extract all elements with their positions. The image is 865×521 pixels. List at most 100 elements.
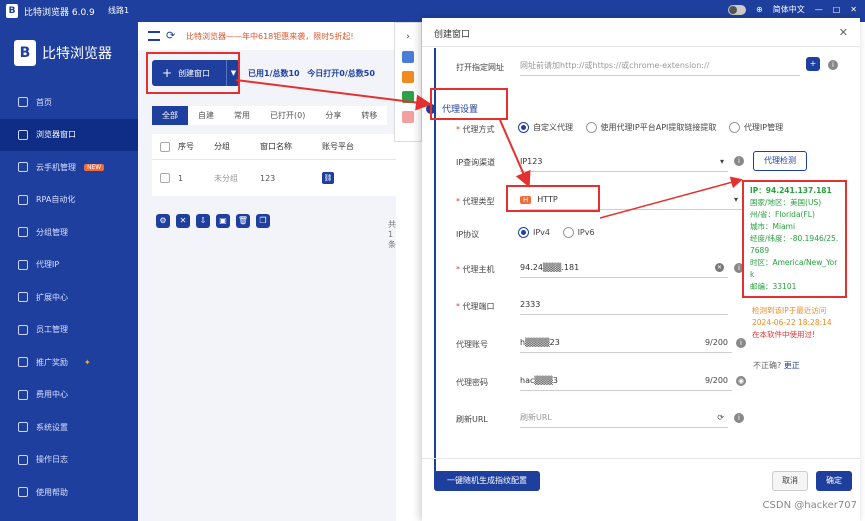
sidebar-item-label: RPA自动化 [36, 195, 76, 205]
proxy-mode-api[interactable]: 使用代理IP平台API提取链接提取 [585, 122, 716, 133]
sidebar-item-label: 扩展中心 [36, 292, 68, 302]
sidebar-item-browser-windows[interactable]: 浏览器窗口 [0, 118, 138, 151]
menu-collapse-icon[interactable] [148, 31, 160, 41]
export-action-icon[interactable]: ⇩ [196, 214, 210, 228]
host-input[interactable]: 94.24▒▒▒.181 ✕ [520, 258, 728, 278]
home-icon [18, 97, 28, 108]
refresh-url-input[interactable]: 刷新URL ⟳ [520, 408, 728, 428]
app-title: 比特浏览器 6.0.9 [24, 8, 95, 18]
row-index: 1 [178, 173, 184, 183]
tab-all[interactable]: 全部 [152, 106, 188, 125]
theme-toggle[interactable] [728, 4, 747, 15]
result-city: 城市：Miami [750, 222, 796, 231]
account-input[interactable]: h▒▒▒▒23 9/200 [520, 333, 732, 353]
port-input[interactable]: 2333 [520, 295, 728, 315]
sidebar-item-staff[interactable]: 员工管理 [0, 314, 138, 347]
result-ip: IP：94.241.137.181 [750, 186, 832, 195]
chat-icon[interactable] [402, 51, 414, 63]
refresh-url-help-icon[interactable]: i [734, 413, 744, 423]
row-window-name: 123 [260, 173, 276, 183]
protocol-ipv4[interactable]: IPv4 [518, 227, 550, 238]
select-all-checkbox[interactable] [160, 141, 170, 152]
help-icon[interactable]: i [828, 60, 838, 70]
proxy-check-button[interactable]: 代理检测 [753, 151, 807, 171]
message-icon[interactable] [402, 91, 414, 103]
tab-shared[interactable]: 分享 [315, 106, 351, 125]
promo-notice[interactable]: 比特浏览器——年中618钜惠来袭，限时5折起! [186, 31, 354, 42]
generate-fingerprint-button[interactable]: 一键随机生成指纹配置 [434, 471, 540, 491]
close-action-icon[interactable]: ✕ [176, 214, 190, 228]
sidebar-item-fees[interactable]: 费用中心 [0, 379, 138, 412]
add-url-button[interactable]: + [806, 57, 820, 71]
bulletin-icon[interactable] [402, 71, 414, 83]
tab-opened[interactable]: 已打开(0) [260, 106, 315, 125]
minimize-icon[interactable]: — [815, 5, 823, 14]
maximize-icon[interactable]: □ [833, 5, 841, 14]
tab-self-built[interactable]: 自建 [188, 106, 224, 125]
title-divider [422, 46, 860, 47]
close-icon[interactable]: ✕ [850, 5, 857, 14]
sidebar-item-logs[interactable]: 操作日志 [0, 444, 138, 477]
line-selector[interactable]: 线路1 [108, 5, 129, 16]
window-table: 序号 分组 窗口名称 账号平台 1 未分组 123 ⛓ [152, 134, 396, 196]
ip-channel-help-icon[interactable]: i [734, 156, 744, 166]
fee-icon [18, 389, 28, 400]
bulk-actions: ⚙ ✕ ⇩ ▣ 🗑 ❐ [156, 214, 270, 228]
url-label: 打开指定网址 [456, 63, 504, 72]
delete-action-icon[interactable]: 🗑 [236, 214, 250, 228]
gift-float-icon[interactable] [402, 111, 414, 123]
column-index[interactable]: 序号 [178, 141, 214, 152]
annotation-box-create [146, 52, 240, 94]
tab-common[interactable]: 常用 [224, 106, 260, 125]
proxy-check-result: IP：94.241.137.181 国家/地区：美国(US) 州/省：Flori… [742, 180, 847, 298]
ip-channel-label: IP查询渠道 [456, 158, 496, 167]
sidebar-item-settings[interactable]: 系统设置 [0, 411, 138, 444]
table-row[interactable]: 1 未分组 123 ⛓ [152, 160, 396, 196]
image-action-icon[interactable]: ▣ [216, 214, 230, 228]
sidebar-item-help[interactable]: 使用帮助 [0, 476, 138, 509]
brand-name: 比特浏览器 [42, 46, 112, 62]
confirm-button[interactable]: 确定 [816, 471, 852, 491]
proxy-mode-custom[interactable]: 自定义代理 [518, 122, 573, 133]
tab-transfer[interactable]: 转移 [351, 106, 387, 125]
window-icon [18, 129, 28, 140]
eye-icon[interactable]: ◉ [736, 376, 746, 386]
sidebar-item-label: 浏览器窗口 [36, 130, 76, 140]
correct-link[interactable]: 更正 [784, 361, 800, 370]
language-selector[interactable]: 简体中文 [773, 4, 805, 15]
proxy-mode-manage[interactable]: 代理IP管理 [728, 122, 783, 133]
sidebar-item-rpa[interactable]: RPA自动化 [0, 184, 138, 217]
sidebar-item-label: 代理IP [36, 260, 60, 270]
chevron-right-icon[interactable]: › [402, 31, 414, 43]
sidebar: B 比特浏览器 首页 浏览器窗口 云手机管理 NEW RPA自动化 分组管理 代理… [0, 22, 138, 521]
refresh-url-placeholder: 刷新URL [520, 413, 552, 422]
clear-icon[interactable]: ✕ [715, 263, 724, 272]
row-group: 未分组 [214, 173, 238, 183]
column-platform[interactable]: 账号平台 [322, 141, 354, 152]
sidebar-item-proxy-ip[interactable]: 代理IP [0, 249, 138, 282]
top-bar: ⟳ 比特浏览器——年中618钜惠来袭，限时5折起! [138, 22, 396, 50]
column-group[interactable]: 分组 [214, 141, 260, 152]
url-input[interactable]: 网址前请加http://或https://或chrome-extension:/… [520, 56, 800, 76]
row-checkbox[interactable] [160, 173, 170, 183]
password-input[interactable]: hac▒▒▒3 9/200 [520, 371, 732, 391]
sidebar-item-extensions[interactable]: 扩展中心 [0, 281, 138, 314]
ip-channel-select[interactable]: IP123 ▾ [520, 152, 728, 172]
sidebar-item-groups[interactable]: 分组管理 [0, 216, 138, 249]
sidebar-menu: 首页 浏览器窗口 云手机管理 NEW RPA自动化 分组管理 代理IP 扩展中心 … [0, 86, 138, 509]
sidebar-item-home[interactable]: 首页 [0, 86, 138, 119]
sidebar-item-rewards[interactable]: 推广奖励 ✦ [0, 346, 138, 379]
refresh-icon[interactable]: ⟳ [166, 29, 175, 42]
copy-action-icon[interactable]: ❐ [256, 214, 270, 228]
account-value: h▒▒▒▒23 [520, 338, 560, 347]
link-icon[interactable]: ⛓ [322, 172, 334, 184]
dialog-close-icon[interactable]: ✕ [839, 26, 848, 39]
protocol-ipv6[interactable]: IPv6 [562, 227, 595, 238]
account-help-icon[interactable]: i [736, 338, 746, 348]
refresh-url-icon[interactable]: ⟳ [717, 413, 724, 422]
sidebar-item-cloud-phone[interactable]: 云手机管理 NEW [0, 151, 138, 184]
main-content: ⟳ 比特浏览器——年中618钜惠来袭，限时5折起! + 创建窗口 ▼ 已用1/总… [138, 22, 396, 521]
cancel-button[interactable]: 取消 [772, 471, 808, 491]
column-window-name[interactable]: 窗口名称 [260, 141, 322, 152]
settings-action-icon[interactable]: ⚙ [156, 214, 170, 228]
